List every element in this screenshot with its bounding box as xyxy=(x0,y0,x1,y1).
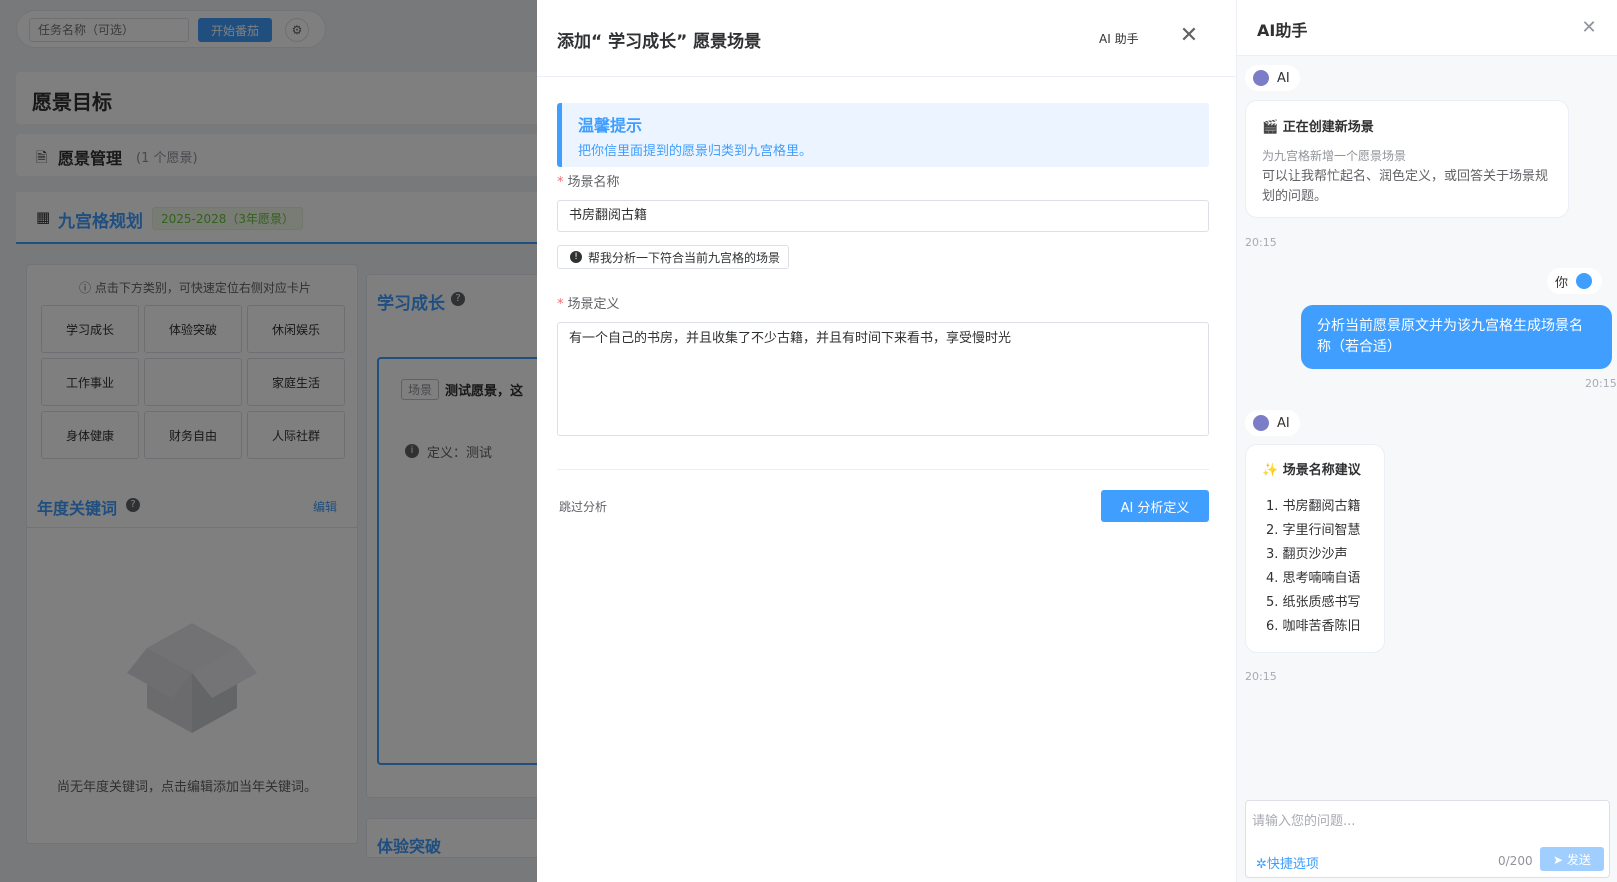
required-mark: * xyxy=(557,175,564,190)
ai-avatar xyxy=(1253,70,1269,86)
skip-analysis-link[interactable]: 跳过分析 xyxy=(559,498,607,515)
divider xyxy=(557,469,1209,470)
user-message-bubble: 分析当前愿景原文并为该九宫格生成场景名称（若合适） xyxy=(1301,305,1612,369)
close-icon[interactable]: ✕ xyxy=(1577,16,1601,40)
scene-definition-textarea[interactable]: 有一个自己的书房，并且收集了不少古籍，并且有时间下来看书，享受慢时光 xyxy=(557,322,1209,436)
list-item: 2. 字里行间智慧 xyxy=(1266,523,1361,538)
chat-input[interactable]: 请输入您的问题... xyxy=(1252,810,1355,829)
ai-assistant-button[interactable]: AI 助手 xyxy=(1099,30,1139,47)
message-title: 🎬 正在创建新场景 xyxy=(1262,120,1374,135)
scene-name-input[interactable]: 书房翻阅古籍 xyxy=(557,200,1209,232)
required-mark: * xyxy=(557,297,564,312)
add-scene-dialog: 添加“ 学习成长” 愿景场景 AI 助手 ✕ 温馨提示 把你信里面提到的愿景归类… xyxy=(537,0,1236,882)
message-subtitle: 为九宫格新增一个愿景场景 xyxy=(1262,149,1407,163)
suggestion-list: 1. 书房翻阅古籍 2. 字里行间智慧 3. 翻页沙沙声 4. 思考喃喃自语 5… xyxy=(1266,495,1361,639)
char-counter: 0/200 xyxy=(1498,854,1533,868)
message-timestamp: 20:15 xyxy=(1245,236,1277,249)
message-timestamp: 20:15 xyxy=(1585,377,1617,390)
tip-box: 温馨提示 把你信里面提到的愿景归类到九宫格里。 xyxy=(557,103,1209,167)
send-button[interactable]: ➤ 发送 xyxy=(1540,847,1604,871)
list-item: 6. 咖啡苦香陈旧 xyxy=(1266,619,1361,634)
user-sender-tag: 你 xyxy=(1547,268,1603,294)
divider xyxy=(537,76,1236,77)
ai-sender-tag: AI xyxy=(1245,65,1300,91)
tip-text: 把你信里面提到的愿景归类到九宫格里。 xyxy=(578,144,813,159)
list-item: 3. 翻页沙沙声 xyxy=(1266,547,1348,562)
ai-avatar xyxy=(1253,415,1269,431)
chat-input-box[interactable]: 请输入您的问题... ✲快捷选项 0/200 ➤ 发送 xyxy=(1245,800,1610,878)
quick-options-button[interactable]: ✲快捷选项 xyxy=(1256,853,1319,872)
analyze-scene-button[interactable]: ! 帮我分析一下符合当前九宫格的场景 xyxy=(557,245,789,269)
message-title: ✨ 场景名称建议 xyxy=(1262,463,1361,478)
message-timestamp: 20:15 xyxy=(1245,670,1277,683)
list-item: 1. 书房翻阅古籍 xyxy=(1266,499,1361,514)
scene-definition-label: * 场景定义 xyxy=(557,297,620,312)
ai-panel-title: AI助手 xyxy=(1257,21,1308,40)
alert-icon: ! xyxy=(570,251,582,263)
tip-title: 温馨提示 xyxy=(578,116,643,135)
user-avatar xyxy=(1576,273,1593,289)
ai-message-bubble: ✨ 场景名称建议 1. 书房翻阅古籍 2. 字里行间智慧 3. 翻页沙沙声 4.… xyxy=(1245,444,1385,653)
ai-sender-tag: AI xyxy=(1245,410,1300,436)
dialog-title: 添加“ 学习成长” 愿景场景 xyxy=(557,32,762,52)
ai-analyze-button[interactable]: AI 分析定义 xyxy=(1101,490,1209,522)
list-item: 4. 思考喃喃自语 xyxy=(1266,571,1361,586)
scene-name-label: * 场景名称 xyxy=(557,175,620,190)
ai-message-bubble: 🎬 正在创建新场景 为九宫格新增一个愿景场景 可以让我帮忙起名、润色定义，或回答… xyxy=(1245,100,1569,218)
close-icon[interactable]: ✕ xyxy=(1177,24,1201,48)
ai-panel-header: AI助手 ✕ xyxy=(1237,0,1617,56)
message-text: 可以让我帮忙起名、润色定义，或回答关于场景规划的问题。 xyxy=(1262,169,1549,204)
list-item: 5. 纸张质感书写 xyxy=(1266,595,1361,610)
ai-assistant-panel: AI助手 ✕ AI 🎬 正在创建新场景 为九宫格新增一个愿景场景 可以让我帮忙起… xyxy=(1236,0,1617,882)
